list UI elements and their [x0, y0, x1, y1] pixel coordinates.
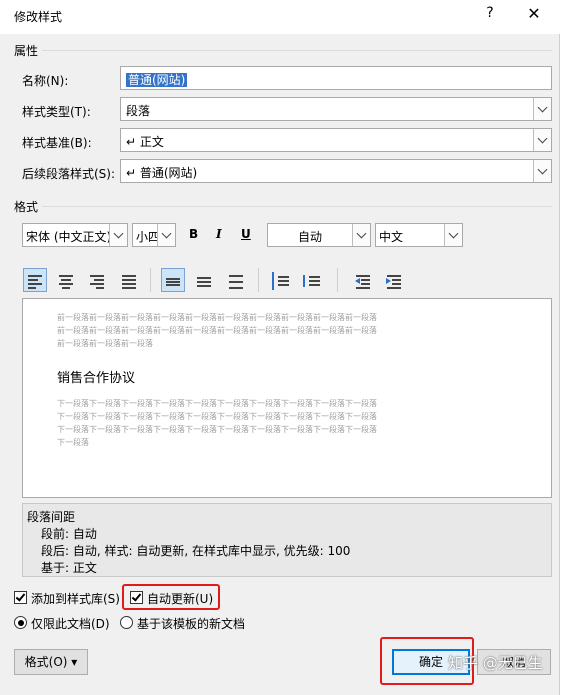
new-docs-template-radio[interactable] [120, 616, 133, 629]
chevron-down-icon[interactable] [157, 224, 175, 246]
decrease-indent-icon[interactable] [351, 268, 375, 292]
increase-indent-icon[interactable] [382, 268, 406, 292]
preview-text-line: 下一段落下一段落下一段落下一段落下一段落下一段落下一段落下一段落下一段落下一段落 [57, 399, 377, 408]
font-color-value: 自动 [298, 230, 323, 244]
script-value: 中文 [379, 230, 404, 244]
toolbar-separator [337, 268, 338, 292]
section-divider [42, 206, 552, 207]
bold-button[interactable]: B [189, 227, 198, 241]
preview-next-paragraph: 下一段落下一段落下一段落下一段落下一段落下一段落下一段落下一段落下一段落下一段落… [57, 397, 497, 449]
font-value: 宋体 (中文正文) [26, 230, 110, 244]
next-style-value: ↵ 普通(网站) [126, 166, 198, 180]
align-center-icon[interactable] [54, 268, 78, 292]
font-color-select[interactable]: 自动 [267, 223, 371, 247]
help-button[interactable]: ? [482, 5, 498, 21]
chevron-down-icon[interactable] [352, 224, 370, 246]
highlight-box [122, 584, 220, 610]
increase-paragraph-spacing-icon[interactable] [268, 268, 292, 292]
name-input[interactable]: 普通(网站) [120, 66, 552, 90]
add-to-gallery-checkbox[interactable] [14, 591, 27, 604]
double-spacing-icon[interactable] [224, 268, 248, 292]
chevron-down-icon[interactable] [533, 160, 551, 182]
next-style-label: 后续段落样式(S): [22, 167, 116, 181]
font-size-select[interactable]: 小四 [132, 223, 176, 247]
align-left-icon[interactable] [23, 268, 47, 292]
description-line: 段落间距 [27, 510, 76, 524]
decrease-paragraph-spacing-icon[interactable] [299, 268, 323, 292]
style-type-value: 段落 [126, 104, 151, 118]
name-input-value: 普通(网站) [126, 73, 188, 87]
format-section-title: 格式 [14, 200, 39, 214]
preview-previous-paragraph: 前一段落前一段落前一段落前一段落前一段落前一段落前一段落前一段落前一段落前一段落… [57, 311, 497, 350]
chevron-down-icon[interactable] [533, 129, 551, 151]
single-spacing-icon[interactable] [161, 268, 185, 292]
style-preview: 前一段落前一段落前一段落前一段落前一段落前一段落前一段落前一段落前一段落前一段落… [22, 298, 552, 498]
name-label: 名称(N): [22, 74, 69, 88]
italic-button[interactable]: I [216, 227, 222, 241]
justify-icon[interactable] [117, 268, 141, 292]
based-on-label: 样式基准(B): [22, 136, 92, 150]
preview-text-line: 下一段落下一段落下一段落下一段落下一段落下一段落下一段落下一段落下一段落下一段落 [57, 412, 377, 421]
description-line: 基于: 正文 [41, 561, 97, 575]
preview-text-line: 前一段落前一段落前一段落前一段落前一段落前一段落前一段落前一段落前一段落前一段落 [57, 313, 377, 322]
new-docs-template-label[interactable]: 基于该模板的新文档 [137, 615, 245, 632]
style-type-label: 样式类型(T): [22, 105, 91, 119]
preview-text-line: 前一段落前一段落前一段落 [57, 339, 153, 348]
preview-text-line: 下一段落下一段落下一段落下一段落下一段落下一段落下一段落下一段落下一段落下一段落 [57, 425, 377, 434]
description-line: 段前: 自动 [41, 527, 97, 541]
properties-section-title: 属性 [14, 44, 39, 58]
chevron-down-icon[interactable] [533, 98, 551, 120]
one-half-spacing-icon[interactable] [192, 268, 216, 292]
close-button[interactable]: ✕ [522, 4, 546, 23]
dialog-title: 修改样式 [14, 10, 63, 24]
toolbar-separator [150, 268, 151, 292]
style-type-select[interactable]: 段落 [120, 97, 552, 121]
chevron-down-icon[interactable] [109, 224, 127, 246]
preview-text-line: 下一段落 [57, 438, 89, 447]
next-style-select[interactable]: ↵ 普通(网站) [120, 159, 552, 183]
underline-button[interactable]: U [241, 227, 251, 241]
preview-text-line: 前一段落前一段落前一段落前一段落前一段落前一段落前一段落前一段落前一段落前一段落 [57, 326, 377, 335]
based-on-value: ↵ 正文 [126, 135, 164, 149]
style-description: 段落间距 段前: 自动 段后: 自动, 样式: 自动更新, 在样式库中显示, 优… [22, 503, 552, 577]
based-on-select[interactable]: ↵ 正文 [120, 128, 552, 152]
only-this-document-label[interactable]: 仅限此文档(D) [31, 615, 110, 632]
format-menu-button[interactable]: 格式(O) ▾ [14, 649, 88, 675]
chevron-down-icon[interactable] [444, 224, 462, 246]
script-select[interactable]: 中文 [375, 223, 463, 247]
description-line: 段后: 自动, 样式: 自动更新, 在样式库中显示, 优先级: 100 [41, 544, 351, 558]
section-divider [42, 50, 552, 51]
font-select[interactable]: 宋体 (中文正文) [22, 223, 128, 247]
preview-sample-text: 销售合作协议 [57, 371, 136, 386]
add-to-gallery-label[interactable]: 添加到样式库(S) [31, 590, 120, 607]
title-bar: 修改样式 ? ✕ [0, 0, 560, 34]
only-this-document-radio[interactable] [14, 616, 27, 629]
align-right-icon[interactable] [85, 268, 109, 292]
modify-style-dialog: 修改样式 ? ✕ 属性 名称(N): 普通(网站) 样式类型(T): 段落 样式… [0, 0, 560, 695]
watermark-text: 知乎 @无巳生 [448, 654, 543, 672]
toolbar-separator [258, 268, 259, 292]
